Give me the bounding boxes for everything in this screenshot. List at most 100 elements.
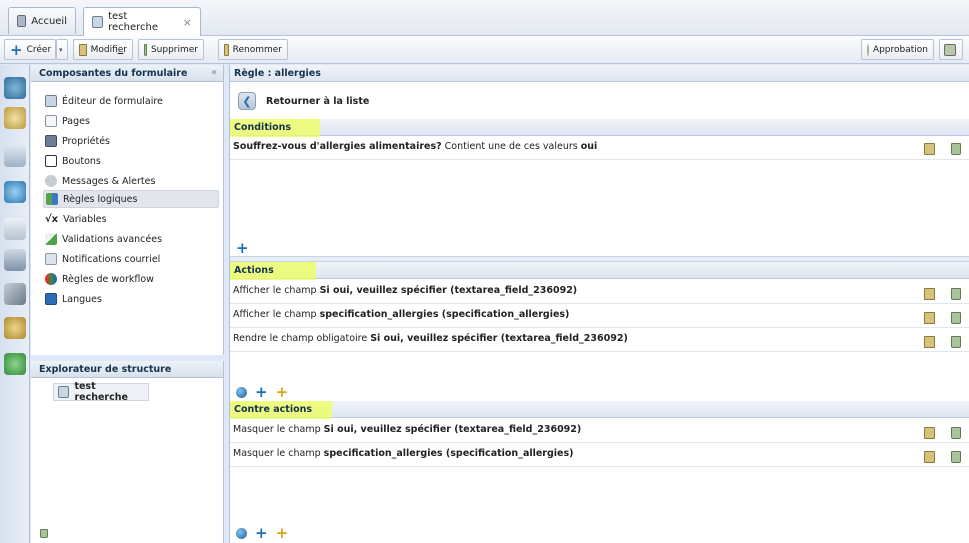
actions-title: Actions <box>234 265 274 276</box>
counter-action-row[interactable]: Masquer le champ Si oui, veuillez spécif… <box>230 419 969 443</box>
add-special-counter-action-button[interactable]: + <box>276 526 289 541</box>
rename-label: Renommer <box>232 44 282 55</box>
edit-icon[interactable] <box>924 312 935 324</box>
globe-icon[interactable] <box>236 386 247 398</box>
edit-icon <box>79 43 87 56</box>
actions-header: Actions <box>230 262 969 280</box>
map-pin-icon[interactable] <box>4 353 26 375</box>
create-dropdown-button[interactable]: ▾ <box>56 39 68 60</box>
back-arrow-icon: ❮ <box>238 92 256 110</box>
form-editor-icon <box>45 95 57 107</box>
tag-icon[interactable] <box>4 107 26 129</box>
back-to-list-link[interactable]: ❮ Retourner à la liste <box>238 90 369 112</box>
logic-rules-icon <box>46 193 58 205</box>
component-item-languages[interactable]: Langues <box>43 290 219 308</box>
tab-label: test recherche <box>108 11 159 33</box>
delete-button[interactable]: Supprimer <box>138 39 204 60</box>
tab-accueil[interactable]: Accueil <box>8 7 76 34</box>
counter-actions-title: Contre actions <box>234 404 313 415</box>
edit-icon[interactable] <box>924 336 935 348</box>
condition-row[interactable]: Souffrez-vous d'allergies alimentaires? … <box>230 136 969 160</box>
action-row[interactable]: Afficher le champ specification_allergie… <box>230 304 969 328</box>
tab-test-recherche[interactable]: test recherche × <box>83 7 201 36</box>
trash-icon[interactable] <box>951 143 961 155</box>
rename-button[interactable]: Renommer <box>218 39 288 60</box>
email-icon <box>45 253 57 265</box>
edit-icon[interactable] <box>924 143 935 155</box>
trash-icon[interactable] <box>951 312 961 324</box>
form-icon <box>92 16 104 28</box>
home-icon <box>17 15 27 27</box>
components-panel-header: Composantes du formulaire « <box>31 65 223 82</box>
add-counter-action-button[interactable]: + <box>255 526 268 541</box>
collapse-icon[interactable]: « <box>211 67 217 78</box>
modify-button[interactable]: Modifier <box>73 39 133 60</box>
structure-explorer-panel: Explorateur de structure test recherche <box>31 361 224 543</box>
component-item-workflow[interactable]: Règles de workflow <box>43 270 219 288</box>
modify-label: Modifier <box>90 44 127 55</box>
form-icon <box>58 386 70 398</box>
component-item-properties[interactable]: Propriétés <box>43 132 219 150</box>
trash-icon[interactable] <box>951 336 961 348</box>
explorer-node[interactable]: test recherche <box>53 381 149 403</box>
component-item-validations[interactable]: Validations avancées <box>43 230 219 248</box>
conditions-header: Conditions <box>230 119 969 137</box>
approval-button[interactable]: Approbation <box>861 39 934 60</box>
buttons-icon <box>45 155 57 167</box>
add-condition-button[interactable]: + <box>236 241 249 256</box>
component-item-messages[interactable]: Messages & Alertes <box>43 172 219 190</box>
trash-icon[interactable] <box>951 288 961 300</box>
edit-icon[interactable] <box>924 427 935 439</box>
add-special-action-button[interactable]: + <box>276 385 289 400</box>
trash-icon[interactable] <box>951 427 961 439</box>
dashboard-icon[interactable] <box>4 77 26 99</box>
explorer-header: Explorateur de structure <box>31 361 223 378</box>
edit-icon[interactable] <box>924 451 935 463</box>
export-icon <box>944 43 956 56</box>
server-icon[interactable] <box>4 249 26 271</box>
create-button[interactable]: + Créer <box>4 39 56 60</box>
trash-icon[interactable] <box>40 529 48 538</box>
rule-panel: Règle : allergies ❮ Retourner à la liste… <box>229 65 969 543</box>
components-panel: Composantes du formulaire « Éditeur de f… <box>31 65 224 355</box>
plus-icon: + <box>10 40 23 59</box>
workflow-icon <box>45 273 57 285</box>
component-item-email[interactable]: Notifications courriel <box>43 250 219 268</box>
component-item-form-editor[interactable]: Éditeur de formulaire <box>43 92 219 110</box>
action-row[interactable]: Rendre le champ obligatoire Si oui, veui… <box>230 328 969 352</box>
left-icon-rail <box>0 65 30 543</box>
component-item-pages[interactable]: Pages <box>43 112 219 130</box>
variables-icon: √x <box>45 213 59 225</box>
edit-icon[interactable] <box>924 288 935 300</box>
tools-icon[interactable] <box>4 283 26 305</box>
globe-icon[interactable] <box>4 181 26 203</box>
approval-label: Approbation <box>872 44 928 55</box>
chevron-down-icon: ▾ <box>59 45 63 54</box>
delete-label: Supprimer <box>150 44 198 55</box>
export-button[interactable] <box>939 39 963 60</box>
add-action-button[interactable]: + <box>255 385 268 400</box>
component-item-buttons[interactable]: Boutons <box>43 152 219 170</box>
validations-icon <box>45 233 57 245</box>
actions-toolbar: + + <box>236 385 289 400</box>
languages-icon <box>45 293 57 305</box>
panel-title: Composantes du formulaire <box>39 68 188 79</box>
close-icon[interactable]: × <box>183 16 192 29</box>
rename-icon <box>224 43 229 56</box>
plus-icon: + <box>236 239 249 257</box>
trash-icon[interactable] <box>951 451 961 463</box>
search-icon[interactable] <box>4 317 26 339</box>
component-item-logic-rules[interactable]: Règles logiques <box>43 190 219 208</box>
globe-icon[interactable] <box>236 527 247 539</box>
action-row[interactable]: Afficher le champ Si oui, veuillez spéci… <box>230 280 969 304</box>
tab-label: Accueil <box>31 15 67 27</box>
create-label: Créer <box>26 44 52 55</box>
counter-actions-toolbar: + + <box>236 526 289 541</box>
trash-icon <box>144 43 147 56</box>
report-icon[interactable] <box>4 218 26 240</box>
counter-action-row[interactable]: Masquer le champ specification_allergies… <box>230 443 969 467</box>
pages-icon <box>45 115 57 127</box>
form-editor-icon[interactable] <box>4 145 26 167</box>
component-item-variables[interactable]: √x Variables <box>43 210 219 228</box>
conditions-title: Conditions <box>234 122 292 133</box>
